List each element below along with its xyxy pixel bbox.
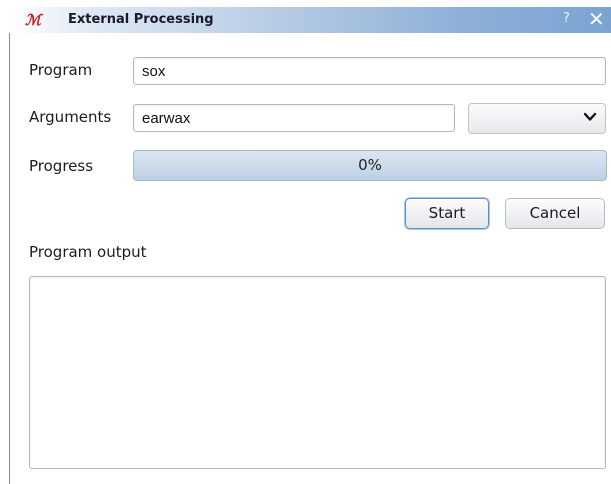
app-icon: ℳ bbox=[25, 11, 41, 29]
window-frame-border bbox=[9, 33, 10, 484]
program-output-area[interactable] bbox=[29, 276, 606, 469]
program-label: Program bbox=[29, 61, 93, 79]
cancel-button[interactable]: Cancel bbox=[505, 198, 605, 229]
start-button[interactable]: Start bbox=[405, 198, 489, 229]
window-title: External Processing bbox=[68, 12, 214, 27]
help-button[interactable]: ? bbox=[563, 11, 570, 27]
progress-label: Progress bbox=[29, 157, 94, 175]
close-icon[interactable]: ✕ bbox=[588, 9, 605, 29]
progress-bar: 0% bbox=[133, 150, 607, 181]
program-input[interactable] bbox=[133, 57, 606, 85]
chevron-down-icon bbox=[583, 112, 597, 121]
arguments-preset-dropdown[interactable] bbox=[468, 103, 606, 134]
program-output-label: Program output bbox=[29, 243, 147, 261]
arguments-input[interactable] bbox=[133, 104, 455, 132]
window-titlebar[interactable]: ℳ External Processing ? ✕ bbox=[9, 7, 611, 33]
progress-text: 0% bbox=[358, 156, 382, 174]
arguments-label: Arguments bbox=[29, 108, 112, 126]
